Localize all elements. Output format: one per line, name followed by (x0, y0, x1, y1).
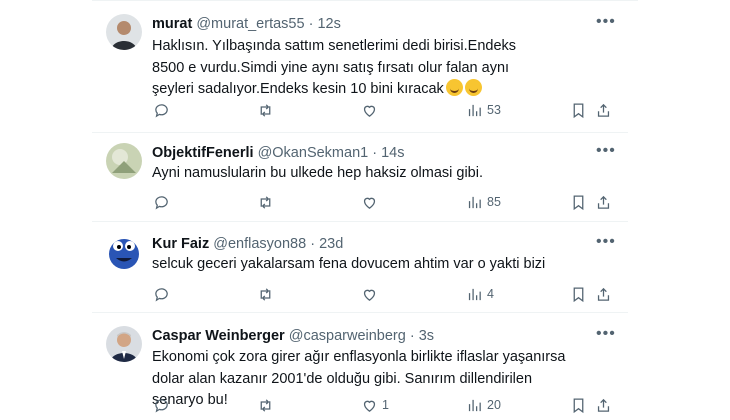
share-button[interactable] (595, 282, 612, 306)
views-button[interactable]: 85 (466, 190, 501, 214)
bookmark-button[interactable] (570, 282, 587, 306)
avatar[interactable] (106, 234, 142, 270)
laughing-emoji-icon (464, 79, 482, 96)
author-name[interactable]: murat (152, 16, 192, 32)
reply-icon (155, 287, 168, 302)
like-icon (363, 400, 376, 412)
like-button[interactable] (361, 282, 382, 306)
tweet-header: Kur Faiz @enflasyon88 · 23d (152, 235, 588, 253)
like-icon (363, 289, 376, 301)
share-icon (597, 103, 610, 117)
laughing-emoji-icon (445, 79, 463, 96)
bookmark-icon (573, 397, 584, 413)
views-icon (468, 104, 481, 116)
bookmark-icon (573, 102, 584, 118)
reply-icon (155, 195, 168, 210)
author-name[interactable]: ObjektifFenerli (152, 145, 254, 161)
views-button[interactable]: 4 (466, 282, 494, 306)
timestamp[interactable]: 3s (419, 328, 434, 344)
share-button[interactable] (595, 98, 612, 122)
action-bar: 53 (144, 98, 628, 122)
tweet-text: selcuk geceri yakalarsam fena dovucem ah… (152, 254, 552, 276)
avatar[interactable] (106, 143, 142, 179)
share-icon (597, 398, 610, 412)
tweet-header: murat @murat_ertas55 · 12s (152, 15, 588, 33)
bookmark-button[interactable] (570, 393, 587, 417)
retweet-icon (260, 195, 271, 209)
reply-button[interactable] (153, 393, 170, 417)
reply-button[interactable] (153, 282, 170, 306)
tweet-text: Ayni namuslularin bu ulkede hep haksiz o… (152, 163, 552, 185)
retweet-button[interactable] (257, 282, 274, 306)
timestamp[interactable]: 12s (317, 16, 340, 32)
views-icon (468, 399, 481, 411)
tweet-text-content: Ayni namuslularin bu ulkede hep haksiz o… (152, 165, 484, 181)
tweet[interactable]: ObjektifFenerli @OkanSekman1 · 14s ••• A… (92, 133, 628, 222)
separator: · (310, 236, 316, 252)
like-button[interactable]: 1 (361, 393, 389, 417)
separator: · (308, 16, 314, 32)
view-count: 20 (487, 398, 501, 412)
retweet-button[interactable] (257, 98, 274, 122)
view-count: 85 (487, 195, 501, 209)
author-handle[interactable]: @enflasyon88 (213, 236, 306, 252)
share-button[interactable] (595, 190, 612, 214)
like-button[interactable] (361, 98, 382, 122)
author-name[interactable]: Kur Faiz (152, 236, 209, 252)
views-icon (468, 288, 481, 300)
tweet-text: Haklısın. Yılbaşında sattım senetlerimi … (152, 36, 552, 101)
avatar[interactable] (106, 14, 142, 50)
tweet[interactable]: Caspar Weinberger @casparweinberg · 3s •… (92, 313, 628, 420)
avatar[interactable] (106, 326, 142, 362)
tweet-text-content: selcuk geceri yakalarsam fena dovucem ah… (152, 256, 546, 272)
timestamp[interactable]: 14s (381, 145, 404, 161)
author-handle[interactable]: @OkanSekman1 (258, 145, 369, 161)
views-button[interactable]: 20 (466, 393, 501, 417)
share-icon (597, 287, 610, 301)
more-icon[interactable]: ••• (596, 143, 615, 163)
like-icon (363, 105, 376, 117)
bookmark-button[interactable] (570, 190, 587, 214)
like-icon (363, 197, 376, 209)
like-count: 1 (382, 398, 389, 412)
action-bar: 4 (144, 282, 628, 306)
views-icon (468, 196, 481, 208)
reply-button[interactable] (153, 98, 170, 122)
more-icon[interactable]: ••• (596, 234, 615, 254)
reply-icon (155, 103, 168, 118)
retweet-button[interactable] (257, 190, 274, 214)
tweet-header: ObjektifFenerli @OkanSekman1 · 14s (152, 144, 588, 162)
bookmark-button[interactable] (570, 98, 587, 122)
author-handle[interactable]: @casparweinberg (289, 328, 406, 344)
author-name[interactable]: Caspar Weinberger (152, 328, 285, 344)
views-button[interactable]: 53 (466, 98, 501, 122)
tweet[interactable]: Kur Faiz @enflasyon88 · 23d ••• selcuk g… (92, 222, 628, 313)
retweet-icon (260, 398, 271, 412)
view-count: 53 (487, 103, 501, 117)
separator: · (409, 328, 415, 344)
reply-icon (155, 398, 168, 413)
action-bar: 1 20 (144, 393, 628, 417)
tweet[interactable]: murat @murat_ertas55 · 12s ••• Haklısın.… (92, 0, 628, 133)
retweet-icon (260, 103, 271, 117)
bookmark-icon (573, 194, 584, 210)
view-count: 4 (487, 287, 494, 301)
share-icon (597, 195, 610, 209)
timestamp[interactable]: 23d (319, 236, 343, 252)
tweet-header: Caspar Weinberger @casparweinberg · 3s (152, 327, 588, 345)
more-icon[interactable]: ••• (596, 14, 615, 34)
retweet-icon (260, 287, 271, 301)
more-icon[interactable]: ••• (596, 326, 615, 346)
like-button[interactable] (361, 190, 382, 214)
separator: · (372, 145, 378, 161)
share-button[interactable] (595, 393, 612, 417)
author-handle[interactable]: @murat_ertas55 (196, 16, 304, 32)
action-bar: 85 (144, 190, 628, 214)
retweet-button[interactable] (257, 393, 274, 417)
reply-button[interactable] (153, 190, 170, 214)
bookmark-icon (573, 286, 584, 302)
